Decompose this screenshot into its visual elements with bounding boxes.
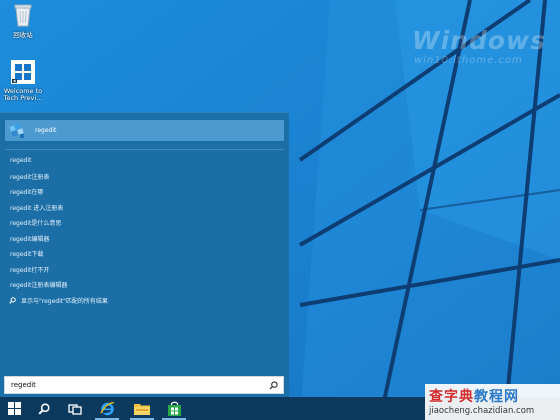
suggestion-item[interactable]: regedit下载: [0, 246, 289, 262]
suggestion-item[interactable]: regedit打不开: [0, 262, 289, 278]
taskbar-search-button[interactable]: [30, 397, 58, 420]
watermark-url: win10.ithome.com: [414, 55, 523, 66]
task-view-button[interactable]: [61, 397, 89, 420]
file-explorer-icon: [134, 404, 150, 415]
recycle-bin-icon: [14, 4, 32, 27]
suggestion-item[interactable]: regedit是什么意思: [0, 215, 289, 231]
desktop-icon-welcome[interactable]: Welcome to Tech Previ...: [0, 60, 46, 102]
web-search-label: 显示与"regedit"匹配的所有结果: [21, 297, 108, 305]
regedit-app-icon: [9, 122, 24, 138]
start-button[interactable]: [0, 397, 28, 420]
top-result-regedit[interactable]: regedit: [5, 120, 284, 141]
windows-start-icon: [7, 402, 21, 415]
suggestion-item[interactable]: regedit编辑器: [0, 231, 289, 247]
site-brand-blue: 教程网: [474, 389, 519, 405]
windows-store-icon: [167, 401, 181, 416]
start-search-panel: regedit regedit regedit注册表 regedit在哪 reg…: [0, 112, 289, 398]
search-input-value: regedit: [11, 381, 36, 389]
site-watermark-badge: 查字典教程网 jiaocheng.chazidian.com: [425, 384, 560, 420]
suggestion-item[interactable]: regedit 进入注册表: [0, 200, 289, 216]
taskbar-app-file-explorer[interactable]: [128, 397, 156, 420]
suggestion-item[interactable]: regedit: [0, 153, 289, 169]
site-brand: 查字典教程网: [429, 386, 519, 406]
internet-explorer-icon: [99, 402, 114, 416]
desktop-icon-recycle-bin[interactable]: 回收站: [0, 2, 46, 39]
search-suggestions: regedit regedit注册表 regedit在哪 regedit 进入注…: [0, 153, 289, 308]
search-icon: [9, 296, 16, 304]
results-divider: [5, 149, 284, 150]
welcome-label: Welcome to Tech Previ...: [3, 87, 43, 102]
suggestion-item[interactable]: regedit注册表编辑器: [0, 277, 289, 293]
taskbar-app-internet-explorer[interactable]: [93, 397, 121, 420]
start-search-input[interactable]: regedit: [4, 376, 284, 394]
watermark-title: Windows: [412, 26, 546, 55]
search-icon: [38, 402, 50, 414]
recycle-bin-label: 回收站: [13, 31, 33, 39]
web-search-all-results[interactable]: 显示与"regedit"匹配的所有结果: [0, 293, 289, 309]
suggestion-item[interactable]: regedit注册表: [0, 169, 289, 185]
search-icon[interactable]: [269, 380, 278, 390]
top-result-label: regedit: [35, 127, 57, 134]
windows-logo-icon: [11, 60, 35, 84]
task-view-icon: [68, 403, 82, 415]
suggestion-item[interactable]: regedit在哪: [0, 184, 289, 200]
site-brand-red: 查字典: [429, 389, 474, 405]
taskbar-app-store[interactable]: [160, 397, 188, 420]
site-url: jiaocheng.chazidian.com: [429, 406, 535, 416]
